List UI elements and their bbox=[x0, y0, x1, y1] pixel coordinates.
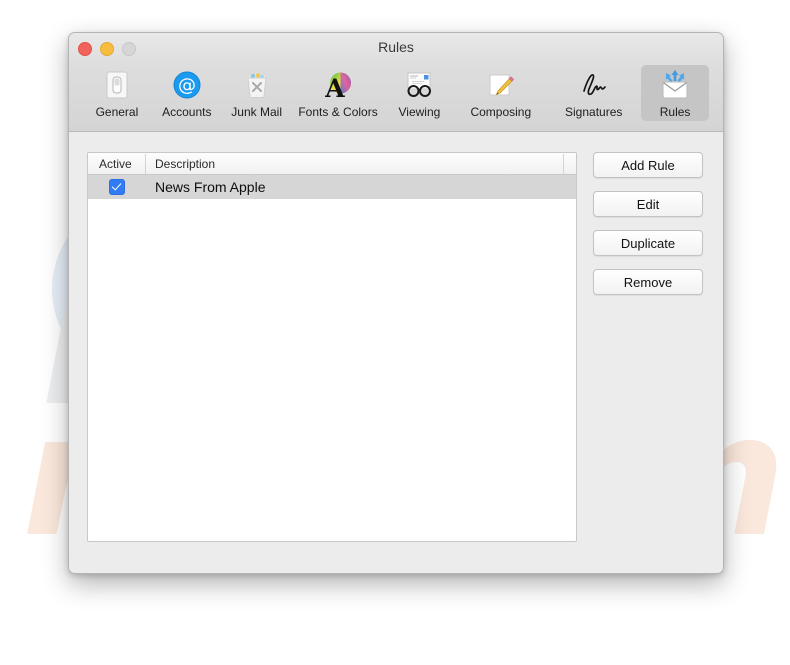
column-header-active[interactable]: Active bbox=[88, 153, 146, 174]
window-titlebar: Rules bbox=[69, 33, 723, 63]
toolbar-label: General bbox=[95, 105, 139, 119]
rules-table: Active Description News From Apple bbox=[87, 152, 577, 542]
rules-action-buttons: Add Rule Edit Duplicate Remove bbox=[593, 152, 703, 295]
at-sign-icon: @ bbox=[170, 68, 204, 102]
toolbar-item-rules[interactable]: Rules bbox=[641, 65, 710, 121]
font-color-wheel-icon: A bbox=[321, 68, 355, 102]
toolbar-label: Rules bbox=[659, 105, 691, 119]
svg-text:A: A bbox=[324, 74, 345, 100]
page-backdrop: PC risk.com Rules General bbox=[0, 0, 790, 665]
toolbar-item-junk-mail[interactable]: Junk Mail bbox=[223, 65, 291, 121]
toolbar-item-fonts-colors[interactable]: A Fonts & Colors bbox=[293, 65, 384, 121]
preferences-window: Rules General @ Accounts Junk Mail A Fon… bbox=[68, 32, 724, 574]
edit-button[interactable]: Edit bbox=[593, 191, 703, 217]
signature-icon bbox=[577, 68, 611, 102]
rule-active-checkbox-cell bbox=[88, 179, 146, 195]
toolbar-item-general[interactable]: General bbox=[83, 65, 151, 121]
table-header-row: Active Description bbox=[88, 153, 576, 175]
svg-text:@: @ bbox=[178, 75, 196, 96]
toolbar-label: Signatures bbox=[565, 105, 623, 119]
toolbar-label: Junk Mail bbox=[231, 105, 282, 119]
remove-button[interactable]: Remove bbox=[593, 269, 703, 295]
toolbar-label: Fonts & Colors bbox=[298, 105, 378, 119]
toolbar-label: Composing bbox=[470, 105, 532, 119]
trash-bin-icon bbox=[240, 68, 274, 102]
pencil-note-icon bbox=[484, 68, 518, 102]
eyeglasses-document-icon bbox=[402, 68, 436, 102]
rules-pane: Active Description News From Apple Add R… bbox=[69, 132, 723, 572]
toolbar-item-composing[interactable]: Composing bbox=[455, 65, 546, 121]
toolbar-label: Viewing bbox=[398, 105, 441, 119]
window-title: Rules bbox=[378, 39, 414, 55]
add-rule-button[interactable]: Add Rule bbox=[593, 152, 703, 178]
table-row[interactable]: News From Apple bbox=[88, 175, 576, 199]
rule-description: News From Apple bbox=[155, 179, 266, 195]
table-body: News From Apple bbox=[88, 175, 576, 199]
column-header-description[interactable]: Description bbox=[146, 153, 564, 174]
toolbar-item-accounts[interactable]: @ Accounts bbox=[153, 65, 221, 121]
envelope-arrows-icon bbox=[658, 68, 692, 102]
preferences-toolbar: General @ Accounts Junk Mail A Fonts & C… bbox=[69, 63, 723, 132]
duplicate-button[interactable]: Duplicate bbox=[593, 230, 703, 256]
toolbar-label: Accounts bbox=[162, 105, 212, 119]
toolbar-item-signatures[interactable]: Signatures bbox=[548, 65, 639, 121]
light-switch-icon bbox=[100, 68, 134, 102]
checkbox-checked-icon[interactable] bbox=[109, 179, 125, 195]
toolbar-item-viewing[interactable]: Viewing bbox=[385, 65, 453, 121]
